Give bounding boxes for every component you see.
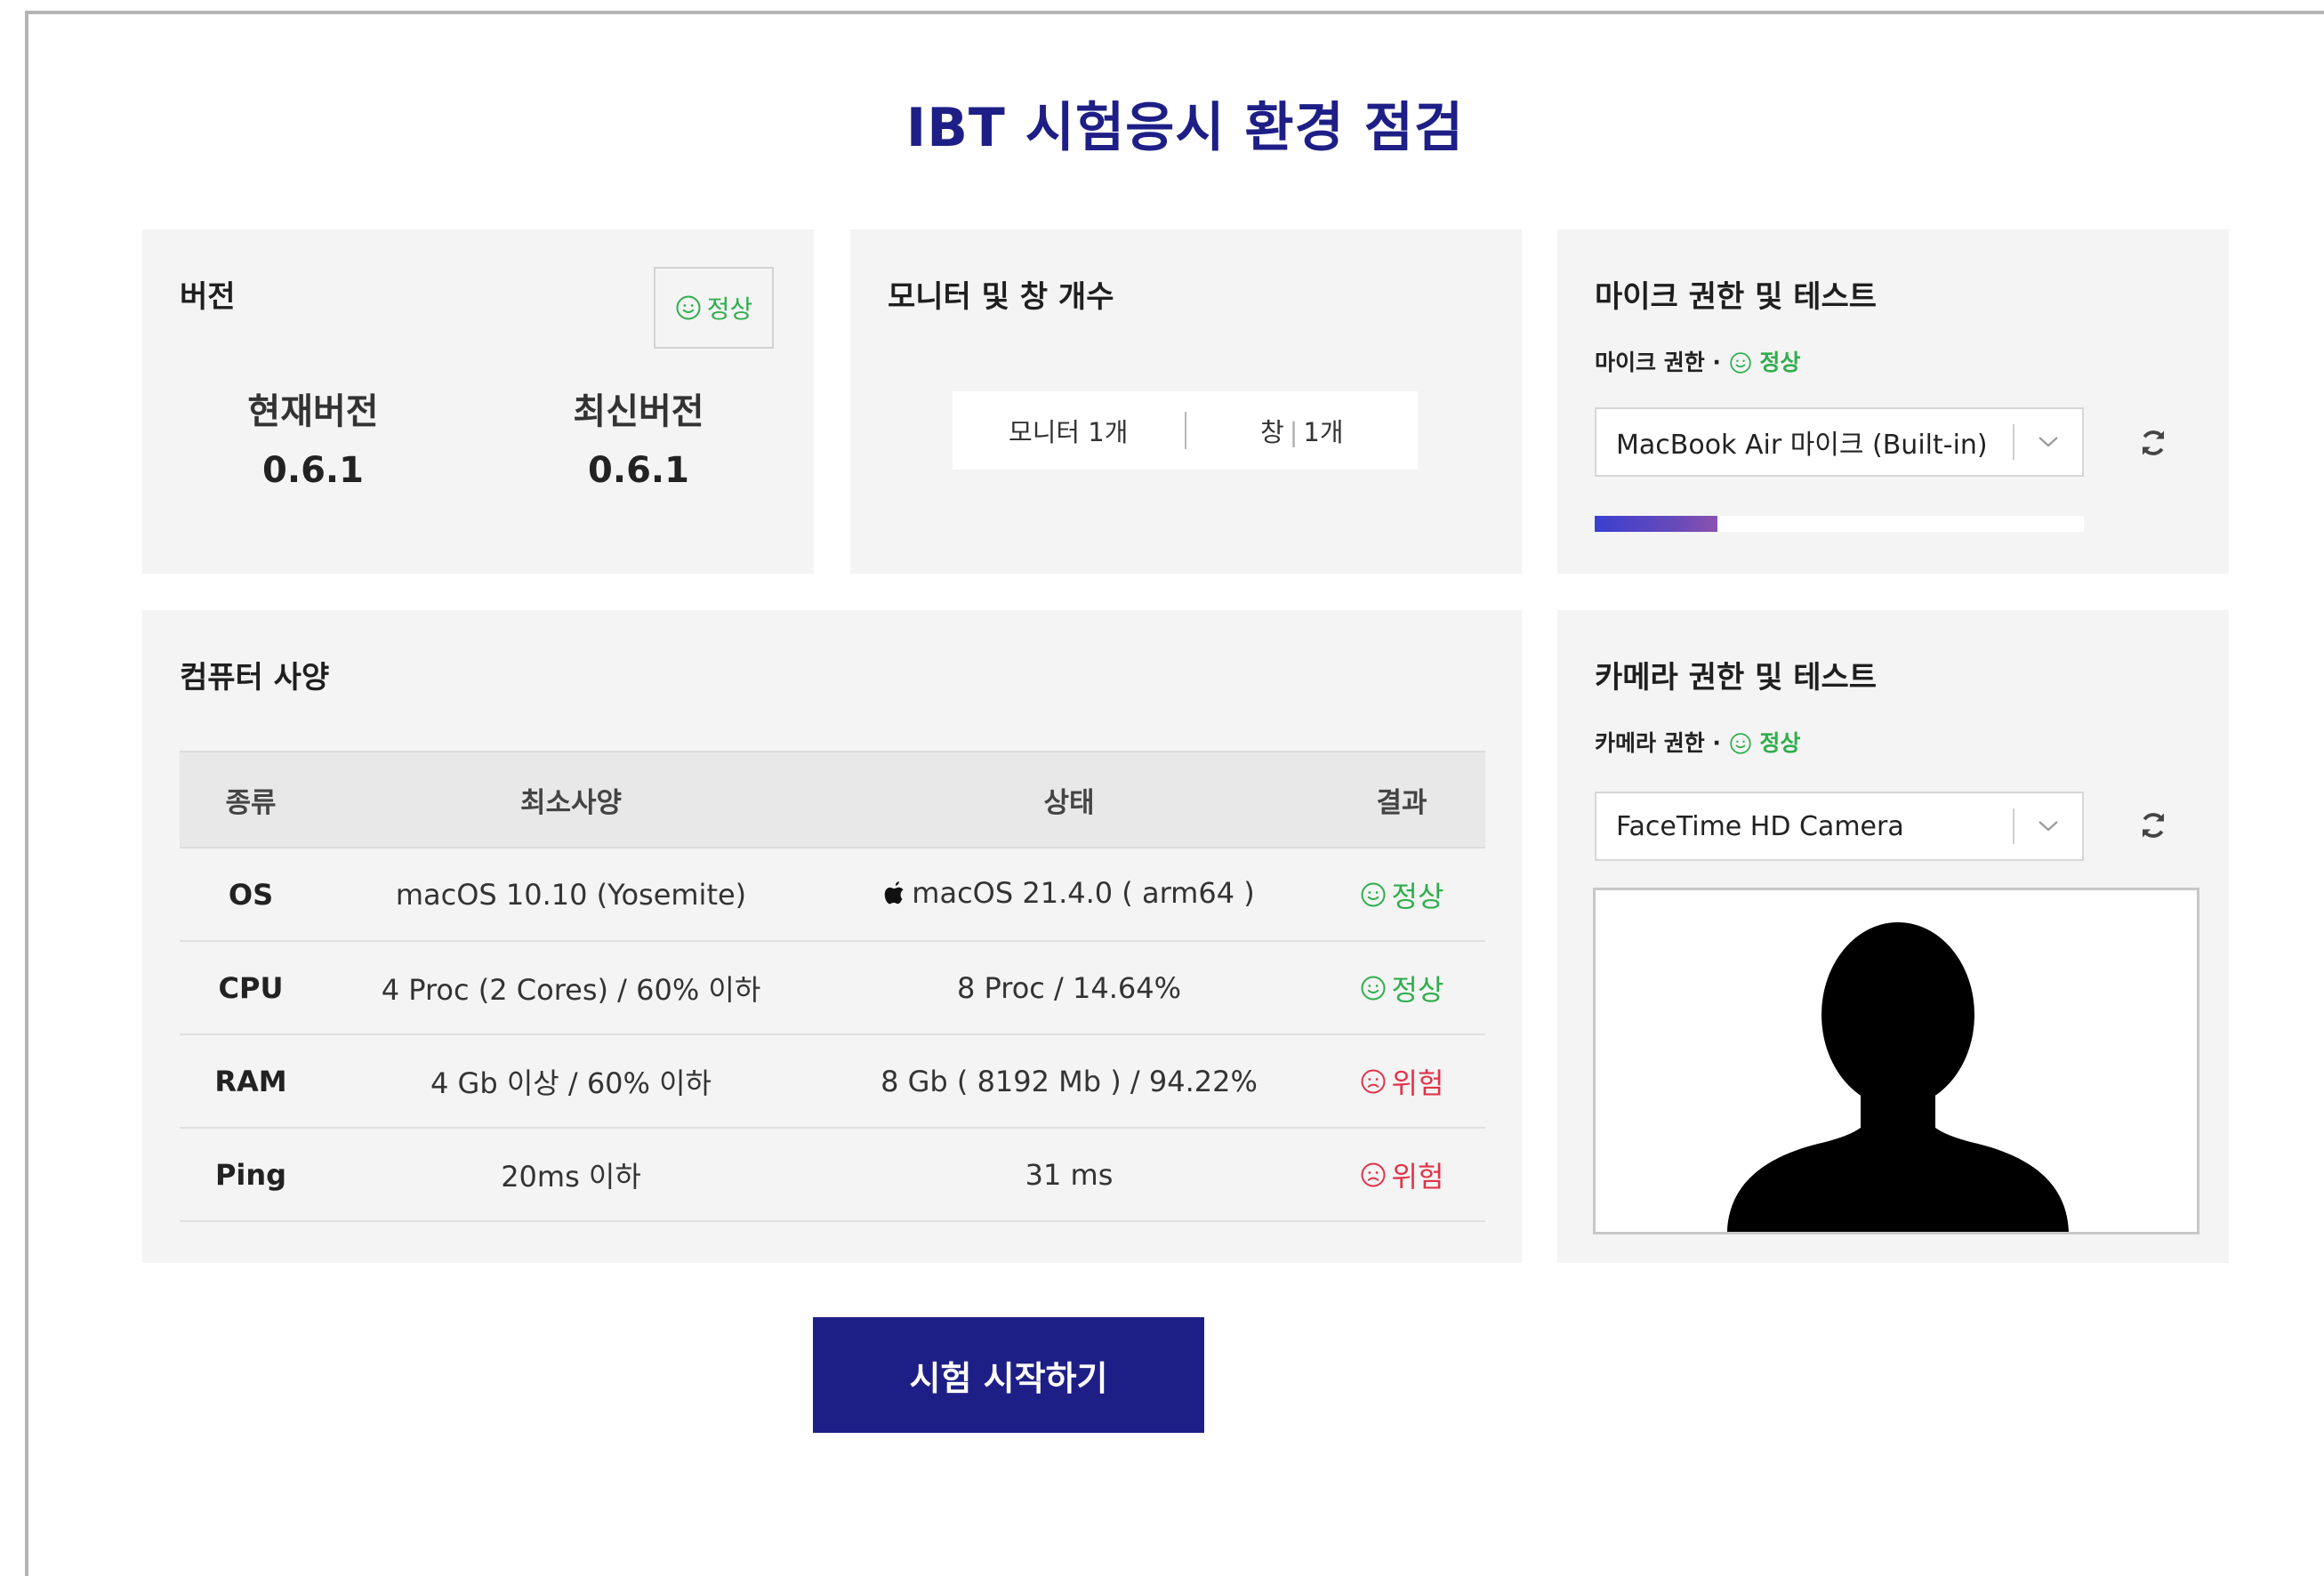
mic-device-select[interactable]: MacBook Air 마이크 (Built-in) [1595, 407, 2084, 477]
row-kind: CPU [180, 941, 322, 1035]
refresh-icon[interactable] [2135, 425, 2171, 461]
row-result-text: 위험 [1391, 1159, 1444, 1194]
row-result: 위험 [1318, 1034, 1485, 1129]
mic-permission-label: 마이크 권한 · [1595, 350, 1729, 375]
current-version-label: 현재버전 [247, 391, 379, 432]
current-version: 현재버전 0.6.1 [180, 382, 446, 491]
table-row: CPU 4 Proc (2 Cores) / 60% 이하 8 Proc / 1… [180, 941, 1485, 1035]
row-result: 위험 [1318, 1128, 1485, 1222]
camera-card: 카메라 권한 및 테스트 카메라 권한 · 정상 FaceTime HD Cam… [1557, 610, 2229, 1263]
camera-preview [1593, 888, 2199, 1234]
start-exam-button[interactable]: 시험 시작하기 [813, 1317, 1204, 1433]
header-kind: 종류 [180, 751, 322, 848]
apple-icon [885, 880, 904, 904]
camera-device-select[interactable]: FaceTime HD Camera [1595, 792, 2084, 861]
row-status: 8 Gb ( 8192 Mb ) / 94.22% [820, 1034, 1318, 1129]
mic-device-value: MacBook Air 마이크 (Built-in) [1616, 430, 1988, 461]
monitor-card-title: 모니터 및 창 개수 [888, 279, 1114, 315]
header-status: 상태 [820, 751, 1318, 848]
row-result: 정상 [1318, 941, 1485, 1035]
row-kind: RAM [180, 1034, 322, 1129]
row-kind: OS [180, 848, 322, 942]
row-minimum: 4 Gb 이상 / 60% 이하 [322, 1034, 820, 1129]
spec-card-title: 컴퓨터 사양 [180, 660, 330, 696]
person-silhouette-icon [1727, 922, 2069, 1232]
camera-permission-status-text: 정상 [1759, 730, 1801, 756]
spec-table: 종류 최소사양 상태 결과 OS macOS 10.10 (Yosemite) … [180, 751, 1485, 1222]
row-status: 8 Proc / 14.64% [820, 941, 1318, 1035]
version-status-badge: 정상 [654, 267, 774, 349]
camera-device-value: FaceTime HD Camera [1616, 810, 1904, 842]
header-minimum: 최소사양 [322, 751, 820, 848]
monitor-count-box: 모니터 1개 창 | 1개 [953, 391, 1418, 470]
computer-spec-card: 컴퓨터 사양 종류 최소사양 상태 결과 OS macOS 10.10 (Yos… [142, 610, 1522, 1263]
mic-card-title: 마이크 권한 및 테스트 [1595, 279, 1878, 315]
smile-icon [1729, 733, 1751, 754]
row-result-text: 위험 [1391, 1065, 1444, 1100]
window-separator: | [1289, 417, 1299, 447]
row-status-text: macOS 21.4.0 ( arm64 ) [912, 875, 1255, 910]
latest-version-label: 최신버전 [573, 391, 704, 432]
row-minimum: macOS 10.10 (Yosemite) [322, 848, 820, 942]
mic-level-bar [1595, 516, 2084, 532]
mic-card: 마이크 권한 및 테스트 마이크 권한 · 정상 MacBook Air 마이크… [1557, 229, 2229, 574]
row-result-text: 정상 [1391, 972, 1444, 1007]
monitor-card: 모니터 및 창 개수 모니터 1개 창 | 1개 [850, 229, 1522, 574]
mic-permission-status-text: 정상 [1759, 350, 1801, 375]
smile-icon [1361, 976, 1386, 1000]
row-kind: Ping [180, 1128, 322, 1222]
header-result: 결과 [1318, 751, 1485, 848]
version-card-title: 버전 [180, 279, 236, 315]
chevron-down-icon[interactable] [2014, 435, 2082, 449]
row-status: 31 ms [820, 1128, 1318, 1222]
table-row: OS macOS 10.10 (Yosemite) macOS 21.4.0 (… [180, 848, 1485, 942]
camera-permission-label: 카메라 권한 · [1595, 730, 1729, 756]
row-result: 정상 [1318, 848, 1485, 942]
current-version-value: 0.6.1 [262, 450, 364, 491]
latest-version-value: 0.6.1 [588, 450, 689, 491]
window-count: 창 | 1개 [1186, 412, 1419, 449]
table-row: Ping 20ms 이하 31 ms 위험 [180, 1128, 1485, 1222]
mic-permission: 마이크 권한 · 정상 [1595, 345, 1800, 377]
frown-icon [1361, 1069, 1386, 1093]
camera-card-title: 카메라 권한 및 테스트 [1595, 660, 1878, 696]
version-status-text: 정상 [706, 294, 753, 324]
frown-icon [1361, 1162, 1386, 1186]
monitor-count: 모니터 1개 [1009, 417, 1129, 447]
spec-table-header: 종류 최소사양 상태 결과 [180, 751, 1485, 848]
chevron-down-icon[interactable] [2014, 819, 2082, 833]
row-result-text: 정상 [1391, 879, 1444, 913]
page-title: IBT 시험응시 환경 점검 [905, 97, 1465, 159]
mic-level-fill [1595, 516, 1717, 532]
row-minimum: 4 Proc (2 Cores) / 60% 이하 [322, 941, 820, 1035]
smile-icon [676, 295, 701, 320]
latest-version: 최신버전 0.6.1 [505, 382, 772, 491]
version-card: 버전 정상 현재버전 0.6.1 최신버전 0.6.1 [142, 229, 814, 574]
smile-icon [1361, 882, 1386, 906]
window-label: 창 [1259, 417, 1284, 447]
refresh-icon[interactable] [2135, 808, 2171, 843]
mic-permission-status: 정상 [1729, 350, 1801, 375]
camera-permission-status: 정상 [1729, 730, 1801, 756]
row-minimum: 20ms 이하 [322, 1128, 820, 1222]
table-row: RAM 4 Gb 이상 / 60% 이하 8 Gb ( 8192 Mb ) / … [180, 1034, 1485, 1129]
window-value: 1개 [1303, 417, 1344, 447]
smile-icon [1729, 352, 1751, 374]
camera-permission: 카메라 권한 · 정상 [1595, 726, 1800, 758]
row-status: macOS 21.4.0 ( arm64 ) [820, 848, 1318, 942]
